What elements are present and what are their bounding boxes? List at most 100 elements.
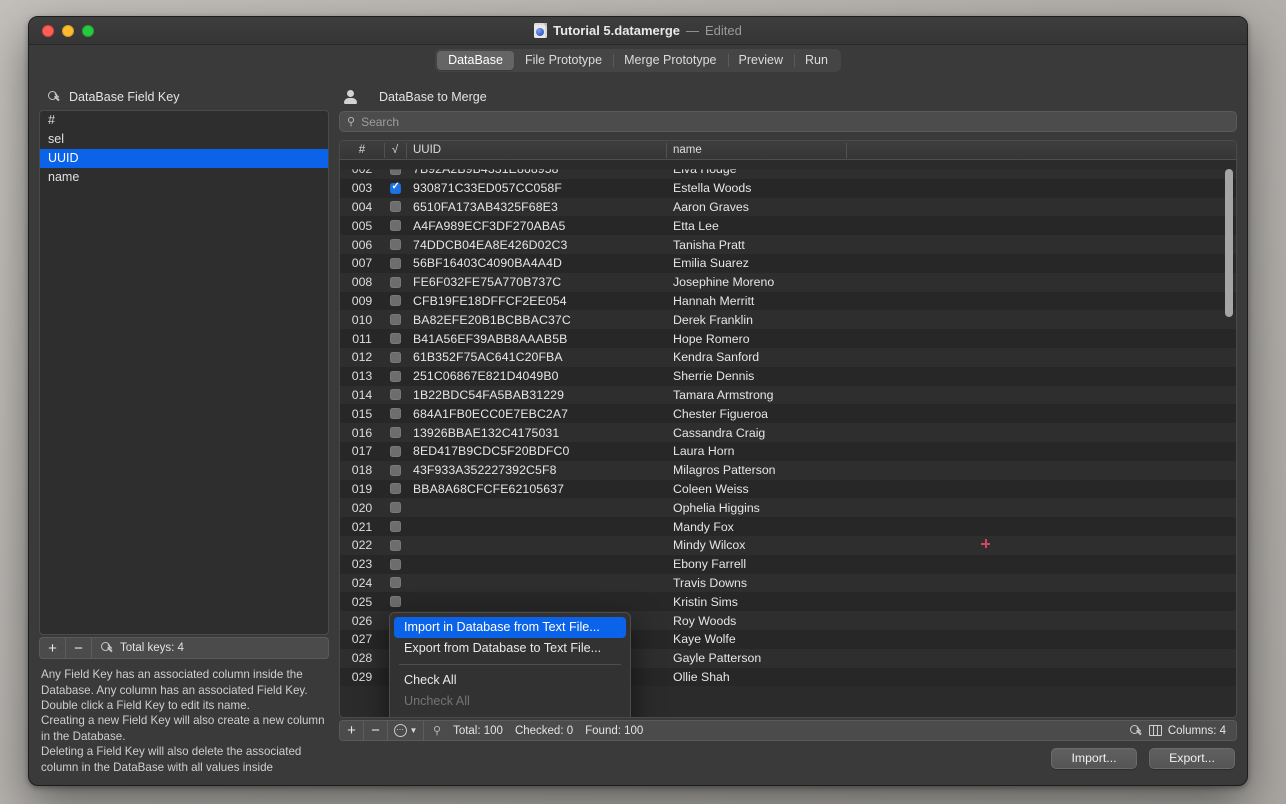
column-header-name[interactable]: name [666, 141, 846, 159]
field-key-item[interactable]: UUID [40, 149, 328, 168]
table-row[interactable]: 022 Mindy Wilcox [340, 535, 1236, 555]
row-checkbox-cell[interactable] [384, 181, 406, 194]
checkbox-unchecked-icon[interactable] [389, 314, 401, 326]
checkbox-unchecked-icon[interactable] [389, 333, 401, 345]
row-checkbox-cell[interactable] [384, 239, 406, 251]
table-row[interactable]: 021 Mandy Fox [340, 517, 1236, 536]
row-checkbox-cell[interactable] [384, 445, 406, 457]
table-row[interactable]: 012 61B352F75AC641C20FBA Kendra Sanford [340, 347, 1236, 367]
table-row[interactable]: 024 Travis Downs [340, 573, 1236, 593]
menu-item[interactable]: Import in Database from Text File... [394, 617, 626, 638]
table-row[interactable]: 015 684A1FB0ECC0E7EBC2A7 Chester Figueroa [340, 404, 1236, 424]
menu-item[interactable]: Export from Database to Text File... [394, 638, 626, 659]
row-checkbox-cell[interactable] [384, 333, 406, 345]
checkbox-unchecked-icon[interactable] [389, 596, 401, 608]
row-checkbox-cell[interactable] [384, 427, 406, 439]
export-button[interactable]: Export... [1149, 747, 1235, 769]
search-input[interactable]: Search [361, 115, 399, 129]
table-scrollbar-thumb[interactable] [1225, 169, 1233, 317]
row-checkbox-cell[interactable] [384, 408, 406, 420]
row-checkbox-cell[interactable] [384, 539, 406, 551]
row-checkbox-cell[interactable] [384, 169, 406, 175]
row-checkbox-cell[interactable] [384, 521, 406, 533]
import-button[interactable]: Import... [1051, 747, 1137, 769]
remove-record-button[interactable]: − [364, 721, 388, 740]
table-row[interactable]: 004 6510FA173AB4325F68E3 Aaron Graves [340, 197, 1236, 217]
checkbox-unchecked-icon[interactable] [389, 483, 401, 495]
row-checkbox-cell[interactable] [384, 220, 406, 232]
row-checkbox-cell[interactable] [384, 502, 406, 514]
checkbox-unchecked-icon[interactable] [389, 295, 401, 307]
checkbox-unchecked-icon[interactable] [389, 257, 401, 269]
table-row[interactable]: 005 A4FA989ECF3DF270ABA5 Etta Lee [340, 216, 1236, 236]
checkbox-unchecked-icon[interactable] [389, 539, 401, 551]
table-row[interactable]: 008 FE6F032FE75A770B737C Josephine Moreno [340, 272, 1236, 292]
table-row[interactable]: 023 Ebony Farrell [340, 554, 1236, 574]
checkbox-unchecked-icon[interactable] [389, 577, 401, 589]
table-row[interactable]: 016 13926BBAE132C4175031 Cassandra Craig [340, 423, 1236, 442]
table-row[interactable]: 006 74DDCB04EA8E426D02C3 Tanisha Pratt [340, 235, 1236, 254]
column-header-uuid[interactable]: UUID [406, 141, 666, 159]
checkbox-unchecked-icon[interactable] [389, 558, 401, 570]
checkbox-unchecked-icon[interactable] [389, 351, 401, 363]
row-checkbox-cell[interactable] [384, 596, 406, 608]
table-scrollbar[interactable] [1225, 163, 1233, 713]
field-key-item[interactable]: # [40, 111, 328, 130]
row-checkbox-cell[interactable] [384, 577, 406, 589]
minimize-button[interactable] [62, 24, 74, 37]
checkbox-unchecked-icon[interactable] [389, 408, 401, 420]
close-button[interactable] [42, 24, 54, 37]
menu-item[interactable]: Check All [394, 670, 626, 691]
table-row[interactable]: 003 930871C33ED057CC058F Estella Woods [340, 178, 1236, 198]
context-menu[interactable]: Import in Database from Text File... Expo… [389, 612, 631, 717]
add-record-button[interactable]: + [340, 721, 364, 740]
column-header-check[interactable]: √ [384, 141, 406, 159]
checkbox-unchecked-icon[interactable] [389, 389, 401, 401]
table-row[interactable]: 013 251C06867E821D4049B0 Sherrie Dennis [340, 366, 1236, 386]
checkbox-unchecked-icon[interactable] [389, 464, 401, 476]
table-row[interactable]: 010 BA82EFE20B1BCBBAC37C Derek Franklin [340, 310, 1236, 330]
column-header-extra[interactable] [846, 141, 1236, 159]
table-row[interactable]: 009 CFB19FE18DFFCF2EE054 Hannah Merritt [340, 291, 1236, 311]
add-field-key-button[interactable]: + [40, 638, 66, 659]
table-row[interactable]: 020 Ophelia Higgins [340, 498, 1236, 518]
checkbox-unchecked-icon[interactable] [389, 370, 401, 382]
checkbox-unchecked-icon[interactable] [389, 276, 401, 288]
checkbox-unchecked-icon[interactable] [389, 169, 401, 175]
table-row[interactable]: 019 BBA8A68CFCFE62105637 Coleen Weiss [340, 479, 1236, 499]
checkbox-unchecked-icon[interactable] [389, 521, 401, 533]
table-row[interactable]: 002 7B92A2B9B4331E868958 Elva Hodge [340, 169, 1236, 179]
row-checkbox-cell[interactable] [384, 558, 406, 570]
field-key-list[interactable]: # sel UUID name [39, 110, 329, 636]
tab-file-prototype[interactable]: File Prototype [514, 51, 613, 70]
row-checkbox-cell[interactable] [384, 201, 406, 213]
actions-menu-button[interactable]: ⋯ ▼ [388, 721, 424, 740]
search-bar[interactable]: ⚲ Search [339, 111, 1237, 132]
field-key-item[interactable]: name [40, 168, 328, 187]
checkbox-unchecked-icon[interactable] [389, 220, 401, 232]
remove-field-key-button[interactable]: − [66, 638, 92, 659]
checkbox-unchecked-icon[interactable] [389, 427, 401, 439]
table-row[interactable]: 011 B41A56EF39ABB8AAAB5B Hope Romero [340, 329, 1236, 348]
row-checkbox-cell[interactable] [384, 295, 406, 307]
column-header-number[interactable]: # [340, 141, 384, 159]
tab-preview[interactable]: Preview [727, 51, 794, 70]
row-checkbox-cell[interactable] [384, 370, 406, 382]
table-row[interactable]: 014 1B22BDC54FA5BAB31229 Tamara Armstrong [340, 385, 1236, 405]
field-key-item[interactable]: sel [40, 130, 328, 149]
zoom-button[interactable] [82, 24, 94, 37]
table-row[interactable]: 017 8ED417B9CDC5F20BDFC0 Laura Horn [340, 441, 1236, 461]
row-checkbox-cell[interactable] [384, 257, 406, 269]
tab-run[interactable]: Run [793, 51, 839, 70]
row-checkbox-cell[interactable] [384, 464, 406, 476]
tab-database[interactable]: DataBase [437, 51, 514, 70]
row-checkbox-cell[interactable] [384, 314, 406, 326]
table-row[interactable]: 025 Kristin Sims [340, 592, 1236, 612]
row-checkbox-cell[interactable] [384, 276, 406, 288]
checkbox-unchecked-icon[interactable] [389, 445, 401, 457]
row-checkbox-cell[interactable] [384, 389, 406, 401]
checkbox-unchecked-icon[interactable] [389, 239, 401, 251]
checkbox-unchecked-icon[interactable] [389, 201, 401, 213]
table-row[interactable]: 018 43F933A352227392C5F8 Milagros Patterso… [340, 460, 1236, 480]
tab-merge-prototype[interactable]: Merge Prototype [613, 51, 727, 70]
